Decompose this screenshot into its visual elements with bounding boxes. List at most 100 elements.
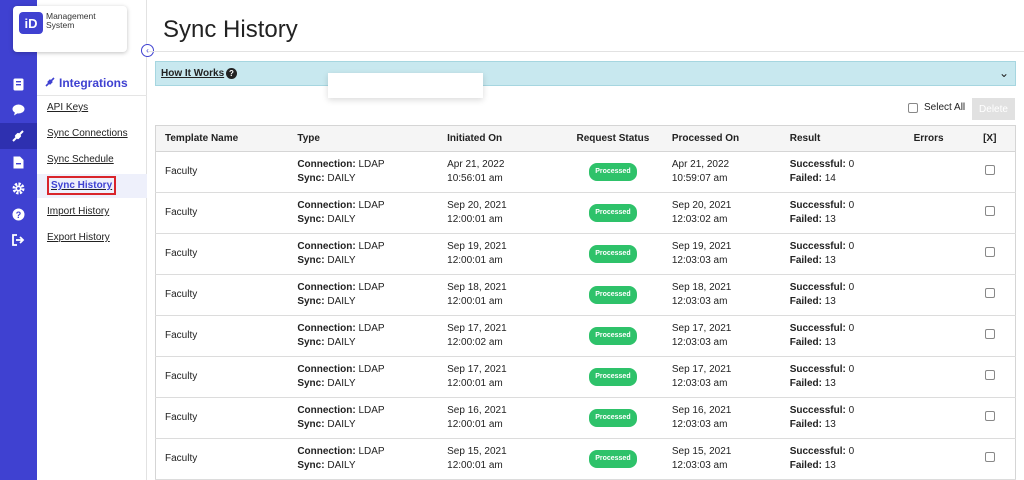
cell-select — [964, 151, 1016, 193]
processed-date: Sep 20, 2021 — [671, 200, 732, 211]
cell-initiated-on: Apr 21, 2022 10:56:01 am — [438, 151, 563, 193]
col-errors[interactable]: Errors — [904, 125, 965, 152]
successful-value: 0 — [848, 405, 855, 416]
cell-type: Connection: LDAP Sync: DAILY — [288, 274, 439, 316]
sync-label: Sync: — [297, 296, 325, 307]
sidebar-item-sync-connections[interactable]: Sync Connections — [37, 122, 147, 146]
row-checkbox[interactable] — [984, 287, 995, 298]
logout-icon[interactable] — [10, 232, 26, 248]
table-row[interactable]: Faculty Connection: LDAP Sync: DAILY Sep… — [155, 192, 1016, 234]
initiated-time: 12:00:01 am — [447, 419, 503, 430]
processed-time: 12:03:03 am — [671, 337, 728, 348]
sync-label: Sync: — [297, 214, 325, 225]
settings-icon[interactable] — [10, 180, 26, 196]
sidebar-item-import-history[interactable]: Import History — [37, 200, 147, 224]
logo-card[interactable]: iD Management System — [13, 6, 127, 52]
processed-date: Sep 17, 2021 — [671, 364, 732, 375]
successful-value: 0 — [848, 323, 855, 334]
cell-errors — [904, 151, 965, 193]
question-icon: ? — [226, 68, 237, 79]
select-all-label: Select All — [924, 102, 966, 113]
col-initiated-on[interactable]: Initiated On — [438, 125, 563, 152]
logo-line-2: System — [46, 20, 75, 30]
col-type[interactable]: Type — [288, 125, 439, 152]
col-result[interactable]: Result — [780, 125, 905, 152]
cell-initiated-on: Sep 18, 2021 12:00:01 am — [438, 274, 563, 316]
successful-value: 0 — [848, 159, 855, 170]
row-checkbox[interactable] — [984, 205, 995, 216]
delete-button[interactable]: Delete — [972, 98, 1015, 120]
sidebar: iD Management System ‹ Integrations API … — [13, 0, 154, 480]
col-request-status[interactable]: Request Status — [562, 125, 663, 152]
help-icon[interactable]: ? — [10, 206, 26, 222]
cell-template-name: Faculty — [155, 274, 289, 316]
col-select: [X] — [964, 125, 1016, 152]
cell-request-status: Processed — [562, 356, 663, 398]
cell-processed-on: Sep 20, 2021 12:03:02 am — [662, 192, 781, 234]
initiated-date: Sep 18, 2021 — [447, 282, 507, 293]
failed-label: Failed: — [789, 378, 822, 389]
cell-request-status: Processed — [562, 397, 663, 439]
cell-type: Connection: LDAP Sync: DAILY — [288, 233, 439, 275]
cell-initiated-on: Sep 15, 2021 12:00:01 am — [438, 438, 563, 480]
how-it-works-bar[interactable]: How It Works ? ⌄ — [155, 61, 1016, 86]
initiated-time: 12:00:01 am — [447, 214, 503, 225]
processed-time: 12:03:03 am — [671, 419, 728, 430]
cell-errors — [904, 315, 965, 357]
status-badge: Processed — [589, 368, 637, 386]
cell-template-name: Faculty — [155, 315, 289, 357]
cell-result: Successful: 0 Failed: 13 — [780, 356, 905, 398]
sidebar-item-export-history[interactable]: Export History — [37, 226, 147, 250]
cell-template-name: Faculty — [155, 151, 289, 193]
col-template-name[interactable]: Template Name — [155, 125, 289, 152]
sidebar-item-api-keys[interactable]: API Keys — [37, 96, 147, 120]
cell-select — [964, 356, 1016, 398]
table-row[interactable]: Faculty Connection: LDAP Sync: DAILY Sep… — [155, 315, 1016, 357]
row-checkbox[interactable] — [984, 410, 995, 421]
table-row[interactable]: Faculty Connection: LDAP Sync: DAILY Sep… — [155, 397, 1016, 439]
chat-icon[interactable] — [10, 102, 26, 118]
cell-request-status: Processed — [562, 192, 663, 234]
sync-label: Sync: — [297, 419, 325, 430]
connection-value: LDAP — [358, 323, 385, 334]
section-title-label: Integrations — [59, 76, 128, 90]
cell-initiated-on: Sep 17, 2021 12:00:02 am — [438, 315, 563, 357]
row-checkbox[interactable] — [984, 164, 995, 175]
successful-value: 0 — [848, 364, 855, 375]
successful-label: Successful: — [789, 200, 846, 211]
integrations-icon — [45, 76, 55, 90]
col-processed-on[interactable]: Processed On — [662, 125, 781, 152]
sync-value: DAILY — [327, 378, 356, 389]
table-row[interactable]: Faculty Connection: LDAP Sync: DAILY Sep… — [155, 356, 1016, 398]
report-icon[interactable] — [10, 76, 26, 92]
cell-processed-on: Sep 15, 2021 12:03:03 am — [662, 438, 781, 480]
table-row[interactable]: Faculty Connection: LDAP Sync: DAILY Sep… — [155, 233, 1016, 275]
successful-label: Successful: — [789, 364, 846, 375]
table-row[interactable]: Faculty Connection: LDAP Sync: DAILY Sep… — [155, 274, 1016, 316]
select-all-checkbox[interactable] — [908, 102, 918, 113]
integrations-icon[interactable] — [10, 128, 26, 144]
failed-value: 13 — [824, 214, 836, 225]
sync-label: Sync: — [297, 337, 325, 348]
row-checkbox[interactable] — [984, 328, 995, 339]
logo-mark: iD — [19, 12, 43, 34]
row-checkbox[interactable] — [984, 369, 995, 380]
processed-date: Sep 18, 2021 — [671, 282, 732, 293]
page-title: Sync History — [163, 16, 298, 43]
cell-select — [964, 192, 1016, 234]
cell-initiated-on: Sep 19, 2021 12:00:01 am — [438, 233, 563, 275]
sidebar-item-sync-schedule[interactable]: Sync Schedule — [37, 148, 147, 172]
table-row[interactable]: Faculty Connection: LDAP Sync: DAILY Apr… — [155, 151, 1016, 193]
select-all-control[interactable]: Select All — [908, 102, 965, 113]
row-checkbox[interactable] — [984, 451, 995, 462]
cell-type: Connection: LDAP Sync: DAILY — [288, 356, 439, 398]
row-checkbox[interactable] — [984, 246, 995, 257]
cell-request-status: Processed — [562, 274, 663, 316]
document-icon[interactable] — [10, 154, 26, 170]
cell-template-name: Faculty — [155, 192, 289, 234]
processed-time: 10:59:07 am — [671, 173, 728, 184]
cell-select — [964, 397, 1016, 439]
failed-value: 14 — [824, 173, 836, 184]
table-row[interactable]: Faculty Connection: LDAP Sync: DAILY Sep… — [155, 438, 1016, 480]
sidebar-item-sync-history[interactable]: Sync History — [37, 174, 147, 198]
